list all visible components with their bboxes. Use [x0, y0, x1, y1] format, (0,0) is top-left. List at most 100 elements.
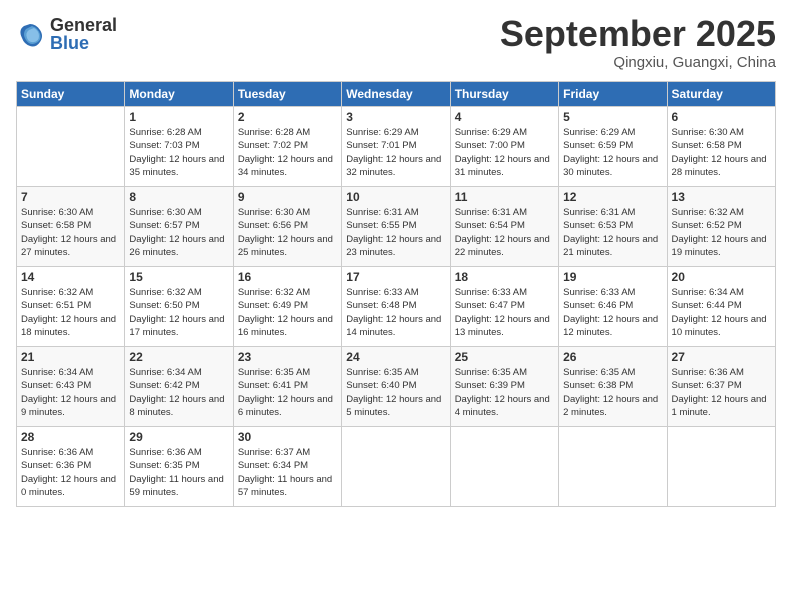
day-number: 25: [455, 350, 554, 364]
day-detail: Sunrise: 6:33 AMSunset: 6:48 PMDaylight:…: [346, 286, 445, 339]
day-number: 12: [563, 190, 662, 204]
day-number: 28: [21, 430, 120, 444]
day-number: 15: [129, 270, 228, 284]
day-number: 11: [455, 190, 554, 204]
header-tuesday: Tuesday: [233, 82, 341, 107]
day-number: 5: [563, 110, 662, 124]
day-cell: 28 Sunrise: 6:36 AMSunset: 6:36 PMDaylig…: [17, 427, 125, 507]
week-row-2: 7 Sunrise: 6:30 AMSunset: 6:58 PMDayligh…: [17, 187, 776, 267]
day-detail: Sunrise: 6:32 AMSunset: 6:49 PMDaylight:…: [238, 286, 337, 339]
day-cell: 13 Sunrise: 6:32 AMSunset: 6:52 PMDaylig…: [667, 187, 775, 267]
day-cell: 2 Sunrise: 6:28 AMSunset: 7:02 PMDayligh…: [233, 107, 341, 187]
day-cell: 24 Sunrise: 6:35 AMSunset: 6:40 PMDaylig…: [342, 347, 450, 427]
day-detail: Sunrise: 6:35 AMSunset: 6:40 PMDaylight:…: [346, 366, 445, 419]
day-number: 1: [129, 110, 228, 124]
day-detail: Sunrise: 6:30 AMSunset: 6:56 PMDaylight:…: [238, 206, 337, 259]
day-number: 18: [455, 270, 554, 284]
day-cell: 1 Sunrise: 6:28 AMSunset: 7:03 PMDayligh…: [125, 107, 233, 187]
day-number: 16: [238, 270, 337, 284]
day-detail: Sunrise: 6:28 AMSunset: 7:02 PMDaylight:…: [238, 126, 337, 179]
header-row: Sunday Monday Tuesday Wednesday Thursday…: [17, 82, 776, 107]
day-cell: 20 Sunrise: 6:34 AMSunset: 6:44 PMDaylig…: [667, 267, 775, 347]
day-cell: 3 Sunrise: 6:29 AMSunset: 7:01 PMDayligh…: [342, 107, 450, 187]
title-section: September 2025 Qingxiu, Guangxi, China: [500, 16, 776, 71]
calendar-page: General Blue September 2025 Qingxiu, Gua…: [0, 0, 792, 612]
day-cell: 21 Sunrise: 6:34 AMSunset: 6:43 PMDaylig…: [17, 347, 125, 427]
day-detail: Sunrise: 6:34 AMSunset: 6:43 PMDaylight:…: [21, 366, 120, 419]
day-detail: Sunrise: 6:30 AMSunset: 6:57 PMDaylight:…: [129, 206, 228, 259]
day-cell: 16 Sunrise: 6:32 AMSunset: 6:49 PMDaylig…: [233, 267, 341, 347]
day-detail: Sunrise: 6:35 AMSunset: 6:39 PMDaylight:…: [455, 366, 554, 419]
day-detail: Sunrise: 6:30 AMSunset: 6:58 PMDaylight:…: [21, 206, 120, 259]
day-number: 29: [129, 430, 228, 444]
day-cell: [17, 107, 125, 187]
day-number: 27: [672, 350, 771, 364]
header-monday: Monday: [125, 82, 233, 107]
day-cell: 23 Sunrise: 6:35 AMSunset: 6:41 PMDaylig…: [233, 347, 341, 427]
day-number: 20: [672, 270, 771, 284]
day-cell: 29 Sunrise: 6:36 AMSunset: 6:35 PMDaylig…: [125, 427, 233, 507]
day-detail: Sunrise: 6:28 AMSunset: 7:03 PMDaylight:…: [129, 126, 228, 179]
header-saturday: Saturday: [667, 82, 775, 107]
header-thursday: Thursday: [450, 82, 558, 107]
day-number: 9: [238, 190, 337, 204]
day-detail: Sunrise: 6:31 AMSunset: 6:53 PMDaylight:…: [563, 206, 662, 259]
day-detail: Sunrise: 6:31 AMSunset: 6:54 PMDaylight:…: [455, 206, 554, 259]
day-detail: Sunrise: 6:32 AMSunset: 6:51 PMDaylight:…: [21, 286, 120, 339]
header-friday: Friday: [559, 82, 667, 107]
day-cell: [667, 427, 775, 507]
day-cell: 19 Sunrise: 6:33 AMSunset: 6:46 PMDaylig…: [559, 267, 667, 347]
day-detail: Sunrise: 6:30 AMSunset: 6:58 PMDaylight:…: [672, 126, 771, 179]
week-row-1: 1 Sunrise: 6:28 AMSunset: 7:03 PMDayligh…: [17, 107, 776, 187]
day-detail: Sunrise: 6:36 AMSunset: 6:35 PMDaylight:…: [129, 446, 228, 499]
day-detail: Sunrise: 6:33 AMSunset: 6:47 PMDaylight:…: [455, 286, 554, 339]
day-cell: [342, 427, 450, 507]
day-detail: Sunrise: 6:31 AMSunset: 6:55 PMDaylight:…: [346, 206, 445, 259]
day-detail: Sunrise: 6:29 AMSunset: 7:00 PMDaylight:…: [455, 126, 554, 179]
day-number: 24: [346, 350, 445, 364]
logo-text: General Blue: [50, 16, 117, 52]
logo-icon: [16, 20, 44, 48]
day-cell: 12 Sunrise: 6:31 AMSunset: 6:53 PMDaylig…: [559, 187, 667, 267]
day-detail: Sunrise: 6:33 AMSunset: 6:46 PMDaylight:…: [563, 286, 662, 339]
day-cell: [450, 427, 558, 507]
logo-blue-text: Blue: [50, 34, 117, 52]
day-number: 19: [563, 270, 662, 284]
week-row-5: 28 Sunrise: 6:36 AMSunset: 6:36 PMDaylig…: [17, 427, 776, 507]
day-cell: 5 Sunrise: 6:29 AMSunset: 6:59 PMDayligh…: [559, 107, 667, 187]
day-cell: 8 Sunrise: 6:30 AMSunset: 6:57 PMDayligh…: [125, 187, 233, 267]
day-cell: 6 Sunrise: 6:30 AMSunset: 6:58 PMDayligh…: [667, 107, 775, 187]
day-cell: 25 Sunrise: 6:35 AMSunset: 6:39 PMDaylig…: [450, 347, 558, 427]
header-wednesday: Wednesday: [342, 82, 450, 107]
day-number: 13: [672, 190, 771, 204]
day-cell: 9 Sunrise: 6:30 AMSunset: 6:56 PMDayligh…: [233, 187, 341, 267]
day-number: 2: [238, 110, 337, 124]
day-number: 26: [563, 350, 662, 364]
day-detail: Sunrise: 6:32 AMSunset: 6:50 PMDaylight:…: [129, 286, 228, 339]
day-cell: 4 Sunrise: 6:29 AMSunset: 7:00 PMDayligh…: [450, 107, 558, 187]
day-detail: Sunrise: 6:35 AMSunset: 6:41 PMDaylight:…: [238, 366, 337, 419]
day-number: 21: [21, 350, 120, 364]
day-number: 30: [238, 430, 337, 444]
day-cell: 18 Sunrise: 6:33 AMSunset: 6:47 PMDaylig…: [450, 267, 558, 347]
week-row-3: 14 Sunrise: 6:32 AMSunset: 6:51 PMDaylig…: [17, 267, 776, 347]
day-number: 10: [346, 190, 445, 204]
day-detail: Sunrise: 6:29 AMSunset: 7:01 PMDaylight:…: [346, 126, 445, 179]
day-number: 14: [21, 270, 120, 284]
day-detail: Sunrise: 6:34 AMSunset: 6:44 PMDaylight:…: [672, 286, 771, 339]
day-number: 4: [455, 110, 554, 124]
logo: General Blue: [16, 16, 117, 52]
day-cell: 30 Sunrise: 6:37 AMSunset: 6:34 PMDaylig…: [233, 427, 341, 507]
day-number: 22: [129, 350, 228, 364]
day-number: 6: [672, 110, 771, 124]
day-number: 17: [346, 270, 445, 284]
day-detail: Sunrise: 6:29 AMSunset: 6:59 PMDaylight:…: [563, 126, 662, 179]
location: Qingxiu, Guangxi, China: [500, 54, 776, 71]
day-detail: Sunrise: 6:34 AMSunset: 6:42 PMDaylight:…: [129, 366, 228, 419]
header-sunday: Sunday: [17, 82, 125, 107]
day-detail: Sunrise: 6:37 AMSunset: 6:34 PMDaylight:…: [238, 446, 337, 499]
day-detail: Sunrise: 6:36 AMSunset: 6:36 PMDaylight:…: [21, 446, 120, 499]
logo-general-text: General: [50, 16, 117, 34]
day-cell: [559, 427, 667, 507]
day-cell: 26 Sunrise: 6:35 AMSunset: 6:38 PMDaylig…: [559, 347, 667, 427]
